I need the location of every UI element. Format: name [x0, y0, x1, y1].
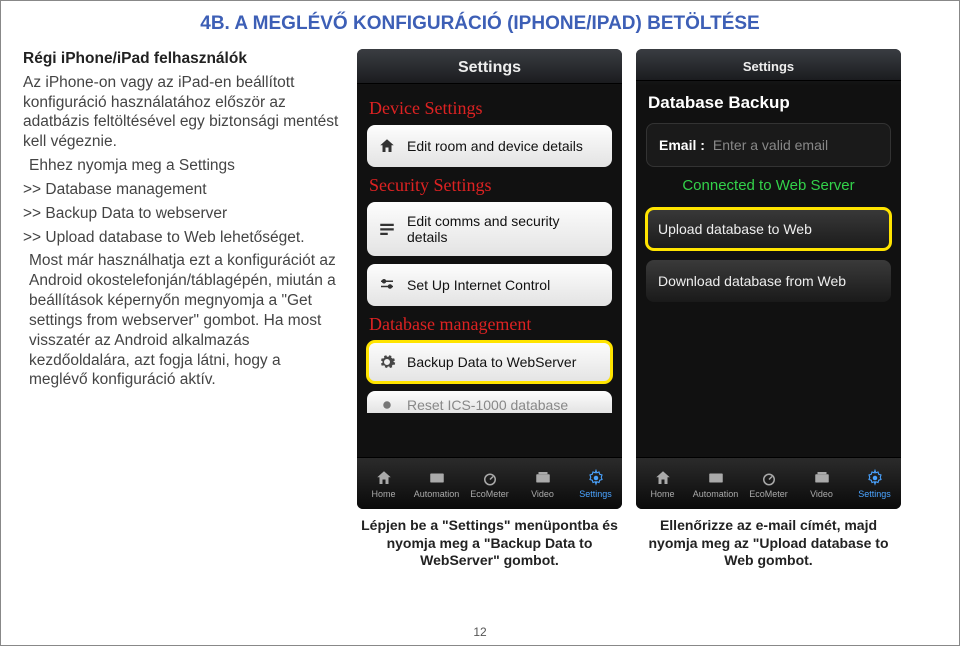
- row-internet-control-label: Set Up Internet Control: [407, 277, 550, 293]
- tab-home-label: Home: [371, 489, 395, 499]
- tab-automation[interactable]: Automation: [410, 458, 463, 509]
- tab-video[interactable]: Video: [795, 458, 848, 509]
- email-label: Email :: [659, 137, 705, 153]
- connection-status: Connected to Web Server: [646, 177, 891, 194]
- tab-ecometer-label: EcoMeter: [749, 489, 788, 499]
- tab-video[interactable]: Video: [516, 458, 569, 509]
- row-reset-db-label: Reset ICS-1000 database: [407, 397, 568, 413]
- screenshot-1-column: Settings Device Settings Edit room and d…: [357, 49, 622, 570]
- phone1-title: Settings: [357, 49, 622, 84]
- phone1-tabbar: Home Automation EcoMeter Video Settings: [357, 457, 622, 509]
- section-database-management: Database management: [369, 314, 612, 335]
- paragraph-1d: >> Backup Data to webserver: [23, 204, 343, 224]
- email-input-row[interactable]: Email : Enter a valid email: [646, 123, 891, 167]
- tab-ecometer[interactable]: EcoMeter: [463, 458, 516, 509]
- phone2-tabbar: Home Automation EcoMeter Video Settings: [636, 457, 901, 509]
- email-placeholder: Enter a valid email: [713, 137, 828, 153]
- section-security-settings: Security Settings: [369, 175, 612, 196]
- tab-automation[interactable]: Automation: [689, 458, 742, 509]
- tab-home[interactable]: Home: [357, 458, 410, 509]
- paragraph-1b: Ehhez nyomja meg a Settings: [29, 156, 343, 176]
- row-edit-comms-label: Edit comms and security details: [407, 213, 602, 245]
- row-reset-db[interactable]: Reset ICS-1000 database: [367, 391, 612, 413]
- page-title: 4B. A MEGLÉVŐ KONFIGURÁCIÓ (IPHONE/IPAD)…: [1, 1, 959, 49]
- page-number: 12: [1, 625, 959, 639]
- row-edit-room-label: Edit room and device details: [407, 138, 583, 154]
- list-icon: [377, 219, 397, 239]
- phone2-body: Database Backup Email : Enter a valid em…: [636, 81, 901, 457]
- gear-icon: [377, 395, 397, 414]
- tab-home[interactable]: Home: [636, 458, 689, 509]
- paragraph-2: Most már használhatja ezt a konfiguráció…: [29, 251, 343, 390]
- database-backup-heading: Database Backup: [648, 93, 891, 113]
- paragraph-1a: Az iPhone-on vagy az iPad-en beállított …: [23, 73, 343, 152]
- screenshot-1-caption: Lépjen be a "Settings" menüpontba és nyo…: [357, 517, 622, 570]
- tab-video-label: Video: [531, 489, 554, 499]
- tab-automation-label: Automation: [414, 489, 460, 499]
- row-edit-room[interactable]: Edit room and device details: [367, 125, 612, 167]
- instruction-text-column: Régi iPhone/iPad felhasználók Az iPhone-…: [23, 49, 343, 570]
- row-backup-data[interactable]: Backup Data to WebServer: [367, 341, 612, 383]
- section-device-settings: Device Settings: [369, 98, 612, 119]
- tab-ecometer[interactable]: EcoMeter: [742, 458, 795, 509]
- phone2-title: Settings: [636, 49, 901, 81]
- row-download-db-label: Download database from Web: [658, 273, 846, 289]
- row-backup-data-label: Backup Data to WebServer: [407, 354, 576, 370]
- row-download-db[interactable]: Download database from Web: [646, 260, 891, 302]
- tab-ecometer-label: EcoMeter: [470, 489, 509, 499]
- gear-icon: [377, 352, 397, 372]
- row-upload-db[interactable]: Upload database to Web: [646, 208, 891, 250]
- phone1-body: Device Settings Edit room and device det…: [357, 84, 622, 457]
- tab-automation-label: Automation: [693, 489, 739, 499]
- sliders-icon: [377, 275, 397, 295]
- paragraph-1e: >> Upload database to Web lehetőséget.: [23, 228, 343, 248]
- tab-settings[interactable]: Settings: [848, 458, 901, 509]
- home-icon: [377, 136, 397, 156]
- screenshot-2-column: Settings Database Backup Email : Enter a…: [636, 49, 901, 570]
- tab-settings[interactable]: Settings: [569, 458, 622, 509]
- tab-video-label: Video: [810, 489, 833, 499]
- row-upload-db-label: Upload database to Web: [658, 221, 812, 237]
- content-columns: Régi iPhone/iPad felhasználók Az iPhone-…: [1, 49, 959, 570]
- phone-screenshot-1: Settings Device Settings Edit room and d…: [357, 49, 622, 509]
- row-edit-comms[interactable]: Edit comms and security details: [367, 202, 612, 256]
- paragraph-1c: >> Database management: [23, 180, 343, 200]
- phone-screenshot-2: Settings Database Backup Email : Enter a…: [636, 49, 901, 509]
- tab-settings-label: Settings: [858, 489, 891, 499]
- tab-settings-label: Settings: [579, 489, 612, 499]
- screenshot-2-caption: Ellenőrizze az e-mail címét, majd nyomja…: [636, 517, 901, 570]
- row-internet-control[interactable]: Set Up Internet Control: [367, 264, 612, 306]
- text-heading-bold: Régi iPhone/iPad felhasználók: [23, 49, 343, 69]
- tab-home-label: Home: [650, 489, 674, 499]
